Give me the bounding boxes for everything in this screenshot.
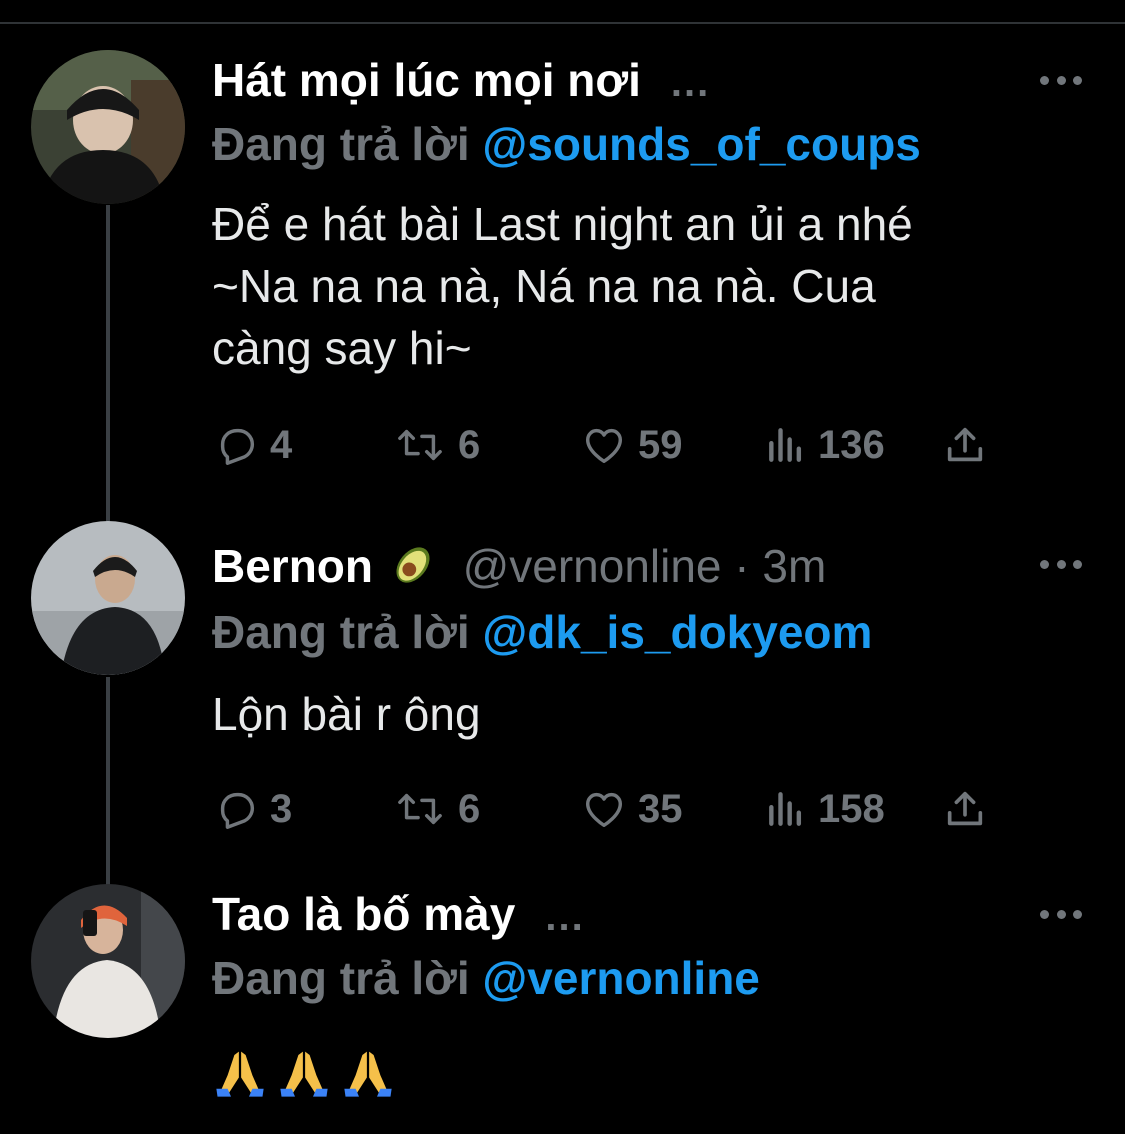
views-icon bbox=[769, 428, 802, 462]
more-icon[interactable] bbox=[1040, 560, 1082, 572]
reply-context: Đang trả lời @dk_is_dokyeom bbox=[212, 604, 872, 660]
avatar[interactable] bbox=[31, 521, 185, 675]
display-name[interactable]: Bernon bbox=[212, 540, 373, 592]
action-bar: 3 6 35 158 bbox=[212, 784, 1012, 834]
tweet-text-line: Để e hát bài Last night an ủi a nhé bbox=[212, 198, 913, 250]
retweet-button[interactable]: 6 bbox=[392, 784, 480, 834]
tweet-text-line: ~Na na na nà, Ná na na nà. Cua bbox=[212, 260, 876, 312]
avatar[interactable] bbox=[31, 884, 185, 1038]
name-ellipsis: ... bbox=[545, 895, 585, 939]
reply-count: 4 bbox=[270, 422, 293, 467]
retweet-icon bbox=[398, 793, 442, 825]
retweet-count: 6 bbox=[458, 786, 481, 831]
view-count: 158 bbox=[818, 786, 885, 831]
share-button[interactable] bbox=[942, 784, 988, 834]
share-icon bbox=[947, 427, 983, 462]
views-button[interactable]: 158 bbox=[764, 784, 885, 834]
folded-hands-icon bbox=[344, 1051, 392, 1097]
tweet-header: Hát mọi lúc mọi nơi... bbox=[212, 52, 710, 111]
display-name[interactable]: Hát mọi lúc mọi nơi bbox=[212, 54, 641, 106]
views-button[interactable]: 136 bbox=[764, 420, 885, 470]
reply-count: 3 bbox=[270, 786, 293, 831]
folded-hands-icon bbox=[280, 1051, 328, 1097]
share-button[interactable] bbox=[942, 420, 988, 470]
name-ellipsis: ... bbox=[670, 61, 711, 105]
tweet-text-line: càng say hi~ bbox=[212, 322, 472, 374]
folded-hands-icon bbox=[216, 1051, 264, 1097]
like-button[interactable]: 59 bbox=[580, 420, 683, 470]
tweet-text bbox=[212, 1046, 396, 1100]
more-icon[interactable] bbox=[1040, 910, 1082, 922]
retweet-count: 6 bbox=[458, 422, 481, 467]
reply-to-handle[interactable]: @sounds_of_coups bbox=[482, 118, 920, 170]
tweet[interactable]: Bernon @vernonline · 3m Đang trả lời @dk… bbox=[0, 500, 1125, 870]
reply-to-handle[interactable]: @dk_is_dokyeom bbox=[482, 606, 872, 658]
reply-button[interactable]: 3 bbox=[214, 784, 292, 834]
avocado-icon bbox=[396, 547, 430, 583]
reply-prefix: Đang trả lời bbox=[212, 118, 470, 170]
reply-to-handle[interactable]: @vernonline bbox=[482, 952, 759, 1004]
share-icon bbox=[947, 791, 983, 826]
reply-button[interactable]: 4 bbox=[214, 420, 292, 470]
reply-context: Đang trả lời @vernonline bbox=[212, 950, 760, 1006]
more-icon[interactable] bbox=[1040, 76, 1082, 88]
like-count: 59 bbox=[638, 422, 683, 467]
retweet-button[interactable]: 6 bbox=[392, 420, 480, 470]
like-icon bbox=[585, 428, 623, 464]
avatar[interactable] bbox=[31, 50, 185, 204]
retweet-icon bbox=[398, 429, 442, 461]
reply-context: Đang trả lời @sounds_of_coups bbox=[212, 116, 921, 172]
tweet[interactable]: Tao là bố mày... Đang trả lời @vernonlin… bbox=[0, 870, 1125, 1134]
like-count: 35 bbox=[638, 786, 683, 831]
tweet-header: Bernon @vernonline · 3m bbox=[212, 538, 826, 594]
view-count: 136 bbox=[818, 422, 885, 467]
like-icon bbox=[585, 792, 623, 828]
handle-time[interactable]: @vernonline · 3m bbox=[463, 540, 827, 592]
reply-icon bbox=[220, 792, 255, 829]
tweet[interactable]: Hát mọi lúc mọi nơi... Đang trả lời @sou… bbox=[0, 0, 1125, 500]
views-icon bbox=[769, 792, 802, 826]
tweet-header: Tao là bố mày... bbox=[212, 886, 585, 945]
reply-icon bbox=[220, 428, 255, 465]
action-bar: 4 6 59 136 bbox=[212, 420, 1012, 470]
like-button[interactable]: 35 bbox=[580, 784, 683, 834]
tweet-text: Để e hát bài Last night an ủi a nhé ~Na … bbox=[212, 193, 1092, 379]
reply-prefix: Đang trả lời bbox=[212, 952, 470, 1004]
tweet-text-line: Lộn bài r ông bbox=[212, 688, 481, 740]
tweet-text: Lộn bài r ông bbox=[212, 683, 1092, 745]
display-name[interactable]: Tao là bố mày bbox=[212, 888, 515, 940]
reply-prefix: Đang trả lời bbox=[212, 606, 470, 658]
